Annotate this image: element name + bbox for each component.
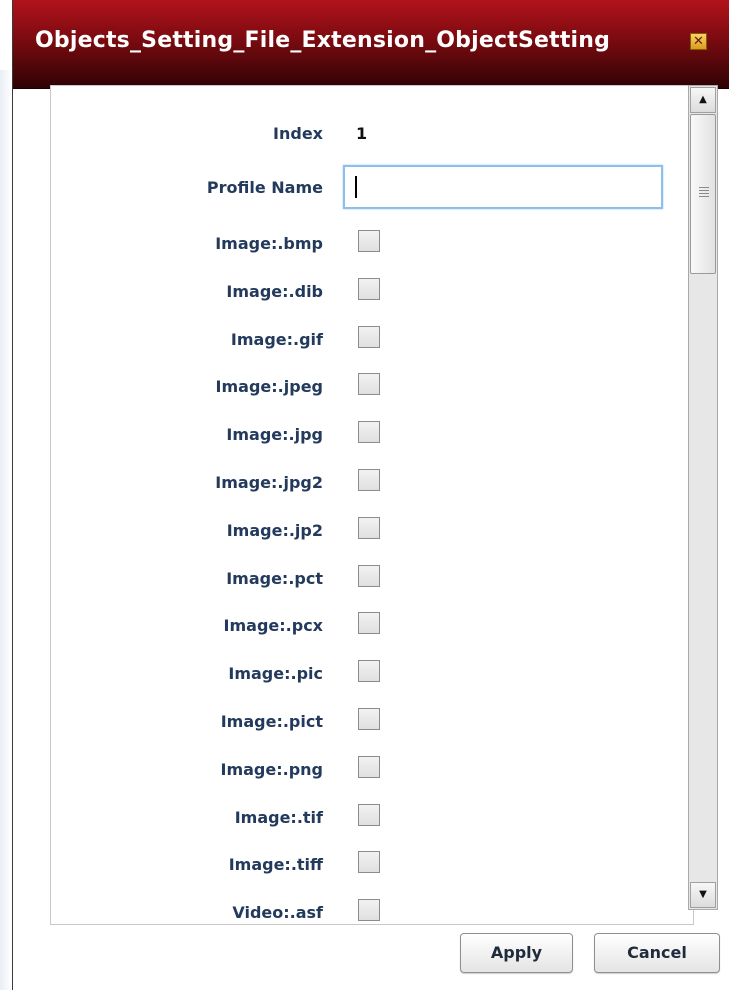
extension-checkbox[interactable] (358, 421, 380, 444)
extension-label: Image:.pct (226, 568, 323, 588)
extension-label: Image:.png (220, 759, 324, 779)
extension-checkbox[interactable] (358, 899, 380, 922)
scroll-up-icon[interactable]: ▲ (690, 87, 716, 113)
extension-checkbox[interactable] (358, 851, 380, 874)
extension-label: Image:.dib (226, 281, 323, 301)
extension-checkbox[interactable] (358, 755, 380, 778)
extension-row: Image:.tiff (51, 849, 693, 879)
extension-row: Image:.pic (51, 658, 693, 688)
extension-row: Video:.asf (51, 897, 693, 924)
extension-label: Image:.pcx (223, 616, 323, 636)
dialog-titlebar[interactable]: Objects_Setting_File_Extension_ObjectSet… (13, 0, 729, 89)
apply-button[interactable]: Apply (460, 933, 573, 973)
form-panel: Index 1 Profile Name Image:.bmp Image:.di… (50, 85, 694, 925)
index-value: 1 (356, 124, 368, 143)
extension-checkbox[interactable] (358, 564, 380, 587)
profile-name-input[interactable] (343, 165, 663, 209)
profile-name-row: Profile Name (51, 164, 693, 212)
extension-checkbox[interactable] (358, 660, 380, 683)
object-setting-dialog: Objects_Setting_File_Extension_ObjectSet… (12, 0, 729, 990)
index-row: Index 1 (51, 118, 693, 148)
extension-row: Image:.jpg (51, 419, 693, 449)
extension-row: Image:.pcx (51, 610, 693, 640)
extension-row: Image:.pct (51, 563, 693, 593)
extension-row: Image:.png (51, 754, 693, 784)
extension-row: Image:.bmp (51, 228, 693, 258)
extension-row: Image:.jp2 (51, 515, 693, 545)
scroll-thumb[interactable] (690, 114, 716, 274)
profile-name-label: Profile Name (206, 178, 323, 197)
close-icon[interactable]: ✕ (690, 33, 707, 50)
extension-label: Image:.jp2 (226, 520, 323, 540)
extension-checkbox[interactable] (358, 469, 380, 491)
extension-checkbox[interactable] (358, 803, 380, 826)
extension-row: Image:.jpg2 (51, 467, 693, 497)
extension-row: Image:.gif (51, 324, 693, 354)
text-caret (355, 176, 357, 198)
extension-row: Image:.jpeg (51, 371, 693, 401)
index-label: Index (273, 124, 323, 143)
extension-row: Image:.tif (51, 802, 693, 832)
extension-label: Video:.asf (232, 903, 323, 923)
extension-checkbox[interactable] (358, 277, 380, 300)
extension-label: Image:.pict (220, 712, 323, 731)
extension-label: Image:.tiff (228, 855, 323, 875)
cancel-button[interactable]: Cancel (594, 933, 720, 973)
grip-icon (699, 187, 709, 197)
extension-label: Image:.pic (228, 664, 323, 684)
scroll-down-icon[interactable]: ▼ (690, 882, 716, 908)
extension-label: Image:.tif (234, 807, 323, 827)
extension-label: Image:.jpeg (215, 377, 323, 397)
extension-checkbox[interactable] (358, 325, 380, 348)
background-page (0, 70, 12, 990)
dialog-title: Objects_Setting_File_Extension_ObjectSet… (35, 28, 611, 53)
extension-row: Image:.dib (51, 276, 693, 306)
extension-checkbox[interactable] (358, 612, 380, 635)
extension-label: Image:.jpg2 (215, 473, 323, 492)
extension-label: Image:.bmp (215, 234, 323, 253)
extension-checkbox[interactable] (358, 708, 380, 730)
extension-checkbox[interactable] (358, 373, 380, 396)
extension-checkbox[interactable] (358, 230, 380, 252)
extension-label: Image:.jpg (226, 425, 323, 445)
extension-row: Image:.pict (51, 706, 693, 736)
extension-label: Image:.gif (230, 329, 323, 349)
extension-checkbox[interactable] (358, 516, 380, 539)
vertical-scrollbar[interactable]: ▲ ▼ (688, 85, 718, 910)
